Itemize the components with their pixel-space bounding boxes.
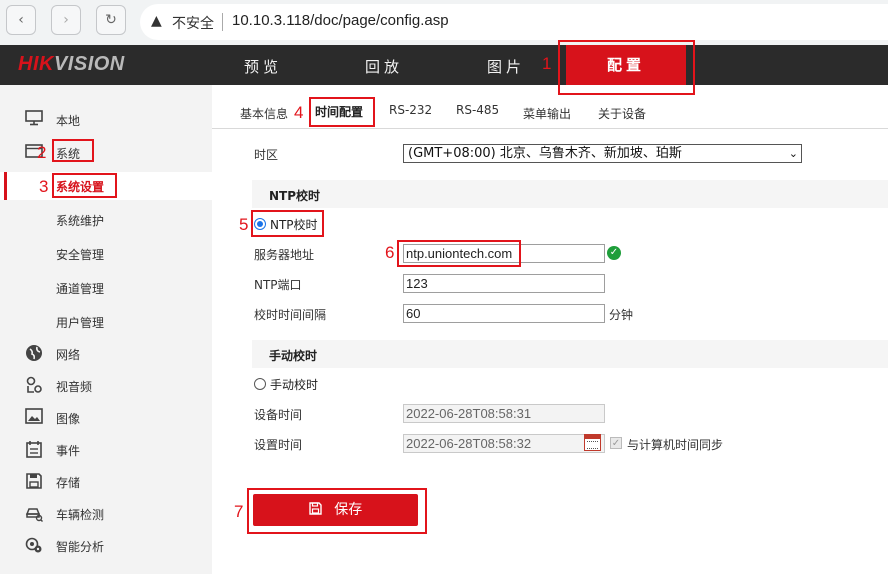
url-divider — [222, 13, 223, 31]
section-title: 手动校时 — [269, 349, 318, 363]
tab-basic-info[interactable]: 基本信息 — [240, 105, 288, 122]
timezone-label: 时区 — [254, 148, 279, 162]
back-button[interactable]: ‹ — [6, 5, 36, 35]
sidebar-item-local[interactable]: 本地 — [0, 106, 212, 134]
url-text[interactable]: 10.10.3.118/doc/page/config.asp — [232, 12, 449, 29]
server-address-label: 服务器地址 — [254, 248, 315, 262]
set-time-label: 设置时间 — [254, 438, 303, 452]
set-time-input[interactable]: 2022-06-28T08:58:32 — [403, 434, 605, 453]
chevron-down-icon: ⌄ — [788, 147, 798, 160]
sidebar-item-label: 车辆检测 — [56, 508, 105, 522]
page-root: ‹ › ↻ ▲ 不安全 10.10.3.118/doc/page/config.… — [0, 0, 888, 574]
sidebar-item-image[interactable]: 图像 — [0, 404, 212, 432]
tab-rs232[interactable]: RS-232 — [389, 103, 432, 117]
tab-rs485[interactable]: RS-485 — [456, 103, 499, 117]
annotation-number: 2 — [37, 143, 47, 162]
annotation-box-system-settings — [52, 173, 117, 198]
nav-picture[interactable]: 图片 — [487, 56, 525, 77]
address-bar[interactable]: ▲ 不安全 10.10.3.118/doc/page/config.asp — [140, 4, 888, 40]
manual-radio[interactable] — [254, 378, 266, 390]
sidebar-item-label: 通道管理 — [56, 282, 105, 296]
reload-icon: ↻ — [105, 12, 117, 28]
sidebar-item-users[interactable]: 用户管理 — [0, 308, 212, 336]
annotation-box-ntp-radio — [251, 210, 324, 237]
calendar-icon — [24, 440, 44, 460]
annotation-box-save — [247, 488, 427, 534]
floppy-icon — [24, 472, 44, 492]
reload-button[interactable]: ↻ — [96, 5, 126, 35]
device-time-input: 2022-06-28T08:58:31 — [403, 404, 605, 423]
sidebar-item-label: 本地 — [56, 114, 81, 128]
monitor-icon — [24, 110, 44, 130]
sidebar-item-smart-analysis[interactable]: 智能分析 — [0, 532, 212, 560]
calendar-picker-icon[interactable] — [584, 434, 601, 451]
sidebar-item-label: 图像 — [56, 412, 81, 426]
ntp-port-label: NTP端口 — [254, 278, 302, 292]
check-circle-icon: ✓ — [607, 246, 621, 260]
sidebar-item-label: 用户管理 — [56, 316, 105, 330]
audio-video-icon — [24, 376, 44, 396]
annotation-number: 5 — [239, 215, 249, 234]
security-label[interactable]: 不安全 — [172, 13, 214, 33]
manual-radio-label[interactable]: 手动校时 — [270, 376, 318, 393]
annotation-number: 7 — [234, 502, 244, 521]
sidebar-item-storage[interactable]: 存储 — [0, 468, 212, 496]
sidebar-item-label: 系统维护 — [56, 214, 105, 228]
sidebar-item-label: 事件 — [56, 444, 81, 458]
timezone-select[interactable]: (GMT+08:00) 北京、乌鲁木齐、新加坡、珀斯 ⌄ — [403, 144, 802, 163]
sidebar-item-network[interactable]: 网络 — [0, 340, 212, 368]
sidebar-item-vehicle[interactable]: 车辆检测 — [0, 500, 212, 528]
annotation-number: 4 — [294, 103, 304, 122]
sync-label: 与计算机时间同步 — [627, 438, 724, 452]
tab-about-device[interactable]: 关于设备 — [598, 105, 646, 122]
sync-checkbox[interactable]: ✓ — [610, 437, 622, 449]
sidebar-item-label: 视音频 — [56, 380, 93, 394]
sidebar-item-event[interactable]: 事件 — [0, 436, 212, 464]
sidebar-item-system-maintenance[interactable]: 系统维护 — [0, 206, 212, 234]
annotation-number: 3 — [39, 177, 49, 196]
tab-menu-output[interactable]: 菜单输出 — [523, 105, 571, 122]
interval-label: 校时时间间隔 — [254, 308, 327, 322]
selection-indicator — [4, 172, 7, 200]
annotation-number: 1 — [542, 54, 552, 73]
ntp-port-input[interactable]: 123 — [403, 274, 605, 293]
sidebar-item-security[interactable]: 安全管理 — [0, 240, 212, 268]
nav-preview[interactable]: 预览 — [244, 56, 282, 77]
annotation-box-config — [558, 40, 695, 95]
forward-button[interactable]: › — [51, 5, 81, 35]
browser-toolbar: ‹ › ↻ ▲ 不安全 10.10.3.118/doc/page/config.… — [0, 0, 888, 45]
annotation-box-time-tab — [309, 97, 375, 127]
forward-arrow-icon: › — [63, 12, 69, 28]
top-navigation: HIKVISION 预览 回放 图片 — [0, 45, 888, 85]
device-time-label: 设备时间 — [254, 408, 303, 422]
sidebar-item-audio-video[interactable]: 视音频 — [0, 372, 212, 400]
sidebar-item-channel[interactable]: 通道管理 — [0, 274, 212, 302]
nav-playback[interactable]: 回放 — [365, 56, 403, 77]
sidebar-item-label: 智能分析 — [56, 540, 105, 554]
sidebar-item-label: 网络 — [56, 348, 81, 362]
hikvision-logo: HIKVISION — [18, 53, 125, 75]
smart-analysis-icon — [24, 536, 44, 556]
sidebar-item-label: 存储 — [56, 476, 81, 490]
sidebar-item-system[interactable]: 系统 — [0, 139, 212, 167]
annotation-box-server — [397, 240, 521, 267]
vehicle-icon — [24, 504, 44, 524]
image-icon — [24, 408, 44, 428]
interval-input[interactable]: 60 — [403, 304, 605, 323]
manual-section-header: 手动校时 — [252, 340, 888, 368]
section-title: NTP校时 — [269, 189, 321, 203]
globe-icon — [24, 344, 44, 364]
warning-icon: ▲ — [151, 13, 162, 29]
sidebar-item-label: 安全管理 — [56, 248, 105, 262]
annotation-number: 6 — [385, 243, 395, 262]
annotation-box-system — [52, 139, 94, 162]
interval-unit: 分钟 — [609, 308, 634, 322]
back-arrow-icon: ‹ — [18, 12, 24, 28]
ntp-section-header: NTP校时 — [252, 180, 888, 208]
timezone-value: (GMT+08:00) 北京、乌鲁木齐、新加坡、珀斯 — [408, 146, 682, 161]
